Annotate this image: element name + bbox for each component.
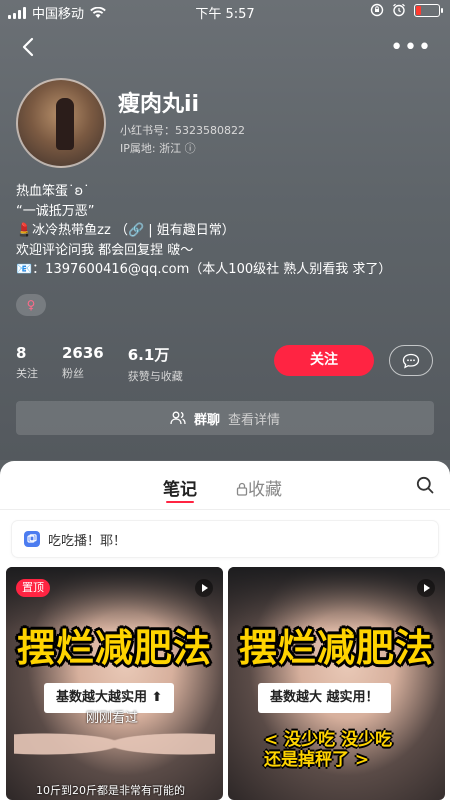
post-caption: < 没少吃 没少吃 还是掉秤了 > — [264, 730, 393, 770]
group-icon — [170, 411, 186, 425]
status-bar: 中国移动 下午 5:57 — [0, 0, 450, 24]
post-subtitle: 基数越大 越实用！ — [258, 683, 391, 713]
group-detail: 查看详情 — [228, 412, 281, 428]
avatar[interactable] — [16, 78, 106, 168]
follow-button[interactable]: 关注 — [274, 345, 374, 376]
pinned-badge: 置顶 — [16, 579, 50, 597]
tab-favorites-label: 收藏 — [248, 480, 282, 500]
post-card[interactable]: 摆烂减肥法 基数越大 越实用！ < 没少吃 没少吃 还是掉秤了 > — [228, 567, 445, 800]
stat-following[interactable]: 8 关注 — [16, 344, 38, 384]
notice-icon — [24, 531, 40, 547]
bio: 热血笨蛋˙ʚ˙ “一诚抵万恶” 💄冰冷热带鱼zz （🔗 | 姐有趣日常） 欢迎评… — [16, 182, 391, 280]
back-arrow-icon[interactable] — [18, 36, 40, 58]
post-caption: 10斤到20斤都是非常有可能的 — [36, 784, 185, 797]
tab-favorites[interactable]: 收藏 — [236, 475, 282, 500]
ip-location[interactable]: IP属地: 浙江 ⓘ — [120, 140, 196, 156]
bio-line: “一诚抵万恶” — [16, 203, 95, 219]
rotation-lock-icon — [370, 3, 384, 17]
post-title: 摆烂减肥法 — [16, 626, 212, 670]
stat-value: 6.1万 — [127, 346, 170, 364]
stat-followers[interactable]: 2636 粉丝 — [62, 344, 104, 384]
bio-line: 📧：1397600416@qq.com（本人100级社 熟人别看我 求了） — [16, 262, 392, 277]
more-options-icon[interactable]: ••• — [390, 35, 432, 60]
alarm-icon — [393, 3, 405, 17]
bio-line: 热血笨蛋˙ʚ˙ — [16, 184, 90, 199]
tab-indicator — [166, 501, 194, 503]
stat-label: 获赞与收藏 — [127, 370, 183, 383]
group-chat-bar[interactable]: 群聊 查看详情 — [16, 401, 434, 435]
stats-row: 8 关注 2636 粉丝 6.1万 获赞与收藏 — [16, 344, 183, 384]
gender-badge: ♀ — [16, 294, 46, 316]
video-icon — [195, 579, 213, 597]
stat-label: 粉丝 — [62, 367, 84, 380]
content-sheet: 笔记 收藏 吃吃播！耶！ 置顶 摆烂减肥法 基数越大越实用 ⬆ 刚刚看过 10斤… — [0, 461, 450, 800]
message-button[interactable] — [389, 345, 433, 376]
post-card[interactable]: 置顶 摆烂减肥法 基数越大越实用 ⬆ 刚刚看过 10斤到20斤都是非常有可能的 — [6, 567, 223, 800]
profile-name: 瘦肉丸ii — [118, 92, 200, 117]
tab-bar: 笔记 收藏 — [0, 461, 450, 510]
tab-notes[interactable]: 笔记 — [163, 475, 197, 500]
stat-likes[interactable]: 6.1万 获赞与收藏 — [128, 344, 183, 384]
profile-id: 小红书号：5323580822 — [120, 124, 245, 137]
bio-line: 💄冰冷热带鱼zz （🔗 | 姐有趣日常） — [16, 223, 235, 238]
profile-header: 中国移动 下午 5:57 ••• 瘦肉丸ii 小红书号：5323580822 I… — [0, 0, 450, 460]
search-icon[interactable] — [416, 476, 434, 494]
stat-value: 8 — [16, 344, 27, 362]
notice-text: 吃吃播！耶！ — [48, 533, 127, 549]
group-label: 群聊 — [193, 412, 220, 428]
pinned-notice[interactable]: 吃吃播！耶！ — [12, 521, 438, 557]
recently-viewed-label: 刚刚看过 — [86, 711, 139, 726]
lock-icon — [236, 482, 248, 496]
chat-bubble-icon — [402, 353, 420, 368]
battery-icon — [414, 3, 443, 17]
stat-value: 2636 — [62, 344, 104, 362]
video-icon — [417, 579, 435, 597]
bio-line: 欢迎评论问我 都会回复捏 啵～ — [16, 242, 194, 258]
stat-label: 关注 — [16, 367, 38, 380]
post-title: 摆烂减肥法 — [238, 626, 434, 670]
